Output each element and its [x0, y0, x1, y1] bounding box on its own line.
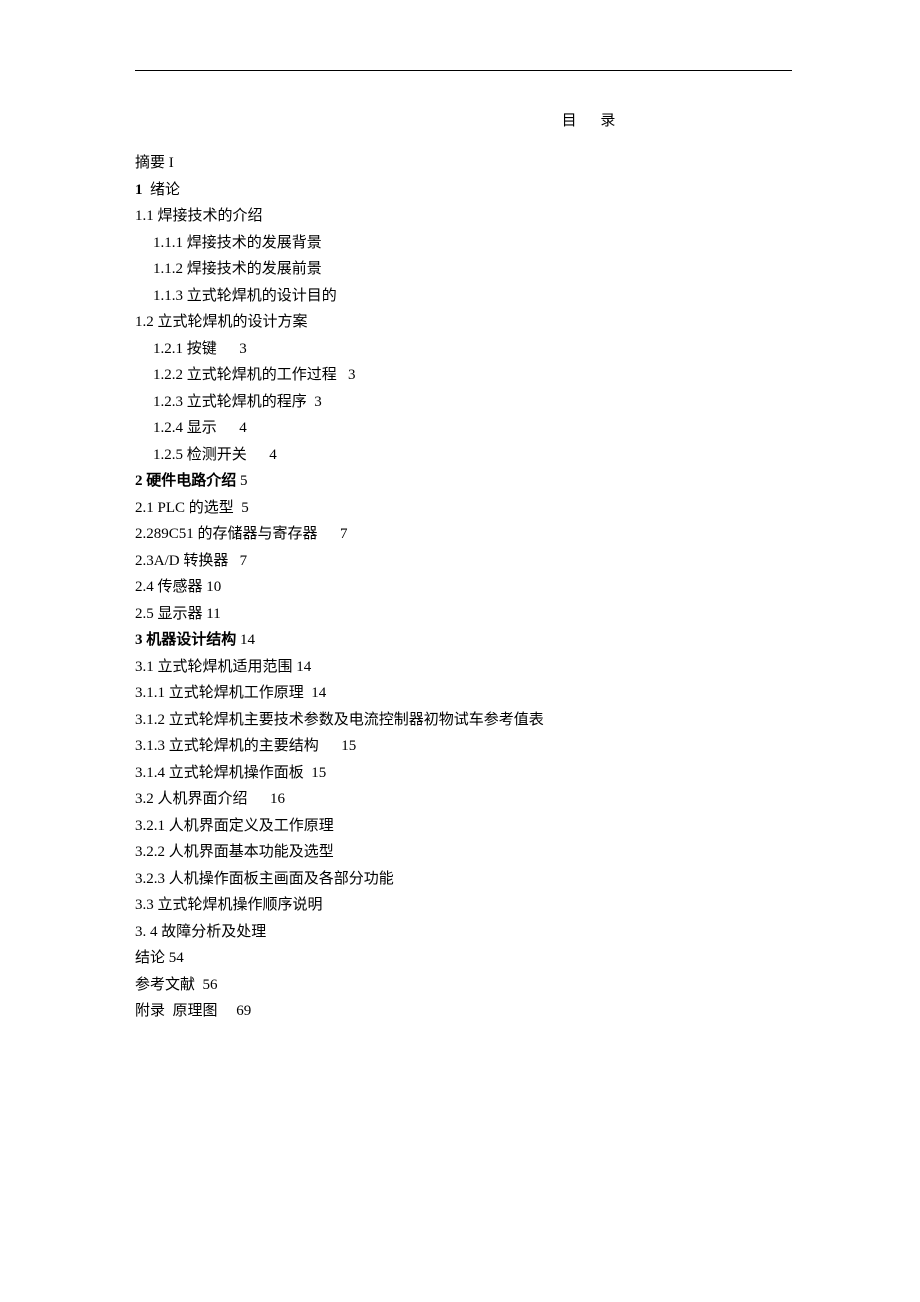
toc-line: 1.1.1 焊接技术的发展背景 — [135, 230, 792, 257]
toc-bold-text: 1 — [135, 182, 143, 198]
toc-line: 1.2.2 立式轮焊机的工作过程 3 — [135, 362, 792, 389]
title: 目 录 — [395, 109, 792, 130]
toc-line: 3.1 立式轮焊机适用范围 14 — [135, 654, 792, 681]
document-page: 目 录 摘要 I1 绪论1.1 焊接技术的介绍1.1.1 焊接技术的发展背景1.… — [0, 0, 920, 1025]
toc-line: 2 硬件电路介绍 5 — [135, 468, 792, 495]
toc-line: 摘要 I — [135, 150, 792, 177]
toc-line: 3.1.3 立式轮焊机的主要结构 15 — [135, 733, 792, 760]
toc-bold-text: 3 机器设计结构 — [135, 632, 236, 648]
toc-line: 1.1.3 立式轮焊机的设计目的 — [135, 283, 792, 310]
toc-text: 绪论 — [143, 182, 181, 198]
toc-line: 1.2.4 显示 4 — [135, 415, 792, 442]
toc-line: 2.3A/D 转换器 7 — [135, 548, 792, 575]
toc-bold-text: 2 硬件电路介绍 — [135, 473, 236, 489]
toc-line: 2.4 传感器 10 — [135, 574, 792, 601]
toc-line: 3 机器设计结构 14 — [135, 627, 792, 654]
toc-line: 参考文献 56 — [135, 972, 792, 999]
toc-line: 附录 原理图 69 — [135, 998, 792, 1025]
toc-line: 2.5 显示器 11 — [135, 601, 792, 628]
toc-line: 1.1.2 焊接技术的发展前景 — [135, 256, 792, 283]
toc-line: 1.2.3 立式轮焊机的程序 3 — [135, 389, 792, 416]
toc-line: 1.2 立式轮焊机的设计方案 — [135, 309, 792, 336]
toc-line: 3.1.4 立式轮焊机操作面板 15 — [135, 760, 792, 787]
toc-line: 1.1 焊接技术的介绍 — [135, 203, 792, 230]
toc-line: 3.1.2 立式轮焊机主要技术参数及电流控制器初物试车参考值表 — [135, 707, 792, 734]
toc-line: 1.2.1 按键 3 — [135, 336, 792, 363]
toc-line: 3.1.1 立式轮焊机工作原理 14 — [135, 680, 792, 707]
toc-line: 3.2.2 人机界面基本功能及选型 — [135, 839, 792, 866]
toc-line: 3.2.1 人机界面定义及工作原理 — [135, 813, 792, 840]
toc-line: 1.2.5 检测开关 4 — [135, 442, 792, 469]
table-of-contents: 摘要 I1 绪论1.1 焊接技术的介绍1.1.1 焊接技术的发展背景1.1.2 … — [135, 150, 792, 1025]
toc-line: 3.2 人机界面介绍 16 — [135, 786, 792, 813]
toc-line: 3.2.3 人机操作面板主画面及各部分功能 — [135, 866, 792, 893]
top-rule — [135, 70, 792, 71]
toc-text: 5 — [236, 473, 247, 489]
toc-line: 2.1 PLC 的选型 5 — [135, 495, 792, 522]
toc-line: 3.3 立式轮焊机操作顺序说明 — [135, 892, 792, 919]
toc-line: 结论 54 — [135, 945, 792, 972]
toc-line: 3. 4 故障分析及处理 — [135, 919, 792, 946]
toc-text: 14 — [236, 632, 255, 648]
toc-line: 2.289C51 的存储器与寄存器 7 — [135, 521, 792, 548]
toc-line: 1 绪论 — [135, 177, 792, 204]
